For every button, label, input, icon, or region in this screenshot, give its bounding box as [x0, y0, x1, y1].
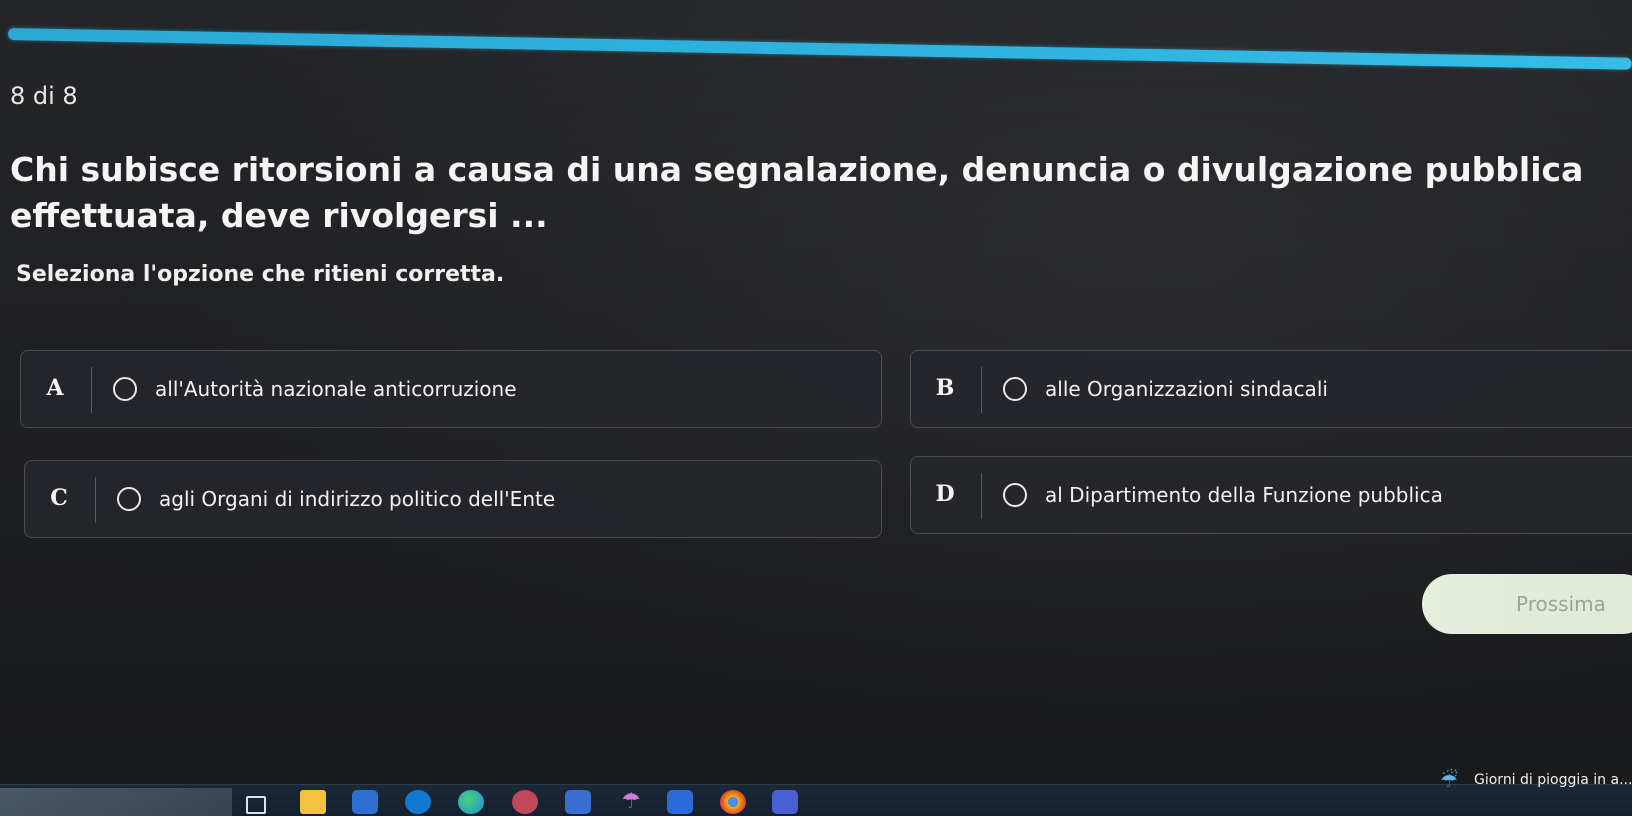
chrome-icon[interactable]	[720, 790, 746, 814]
option-divider	[981, 473, 982, 519]
progress-track	[0, 20, 1632, 32]
answer-option-c[interactable]: C agli Organi di indirizzo politico dell…	[24, 460, 882, 538]
umbrella-icon[interactable]: ☂	[617, 790, 645, 814]
option-divider	[981, 367, 982, 413]
app-icon[interactable]	[512, 790, 538, 814]
answer-option-b[interactable]: B alle Organizzazioni sindacali	[910, 350, 1632, 428]
file-explorer-icon[interactable]	[300, 790, 326, 814]
option-letter: A	[46, 375, 64, 401]
question-counter: 8 di 8	[10, 82, 78, 110]
answer-option-d[interactable]: D al Dipartimento della Funzione pubblic…	[910, 456, 1632, 534]
radio-button-icon[interactable]	[117, 487, 141, 511]
progress-fill	[7, 28, 1632, 70]
calculator-icon[interactable]	[565, 790, 591, 814]
option-text: alle Organizzazioni sindacali	[1045, 377, 1328, 401]
option-text: al Dipartimento della Funzione pubblica	[1045, 483, 1443, 507]
option-letter: C	[50, 485, 68, 511]
rain-umbrella-icon[interactable]: ☔	[1440, 768, 1458, 792]
answer-option-a[interactable]: A all'Autorità nazionale anticorruzione	[20, 350, 882, 428]
radio-button-icon[interactable]	[1003, 483, 1027, 507]
option-text: all'Autorità nazionale anticorruzione	[155, 377, 517, 401]
option-divider	[95, 477, 96, 523]
task-view-icon[interactable]	[246, 796, 266, 814]
taskbar-search-area[interactable]	[0, 788, 232, 816]
outlook-icon[interactable]	[405, 790, 431, 814]
option-text: agli Organi di indirizzo politico dell'E…	[159, 487, 556, 511]
question-text: Chi subisce ritorsioni a causa di una se…	[10, 150, 1584, 235]
weather-widget-text[interactable]: Giorni di pioggia in a...	[1474, 772, 1632, 788]
teams-icon[interactable]	[772, 790, 798, 814]
option-letter: D	[935, 481, 955, 507]
instruction-text: Seleziona l'opzione che ritieni corretta…	[16, 262, 505, 287]
radio-button-icon[interactable]	[1003, 377, 1027, 401]
store-icon[interactable]	[352, 790, 378, 814]
edge-icon[interactable]	[458, 790, 484, 814]
calendar-icon[interactable]	[667, 790, 693, 814]
next-button[interactable]: Prossima	[1422, 574, 1632, 634]
radio-button-icon[interactable]	[113, 377, 137, 401]
taskbar	[0, 784, 1632, 816]
option-divider	[91, 367, 92, 413]
option-letter: B	[935, 375, 955, 401]
